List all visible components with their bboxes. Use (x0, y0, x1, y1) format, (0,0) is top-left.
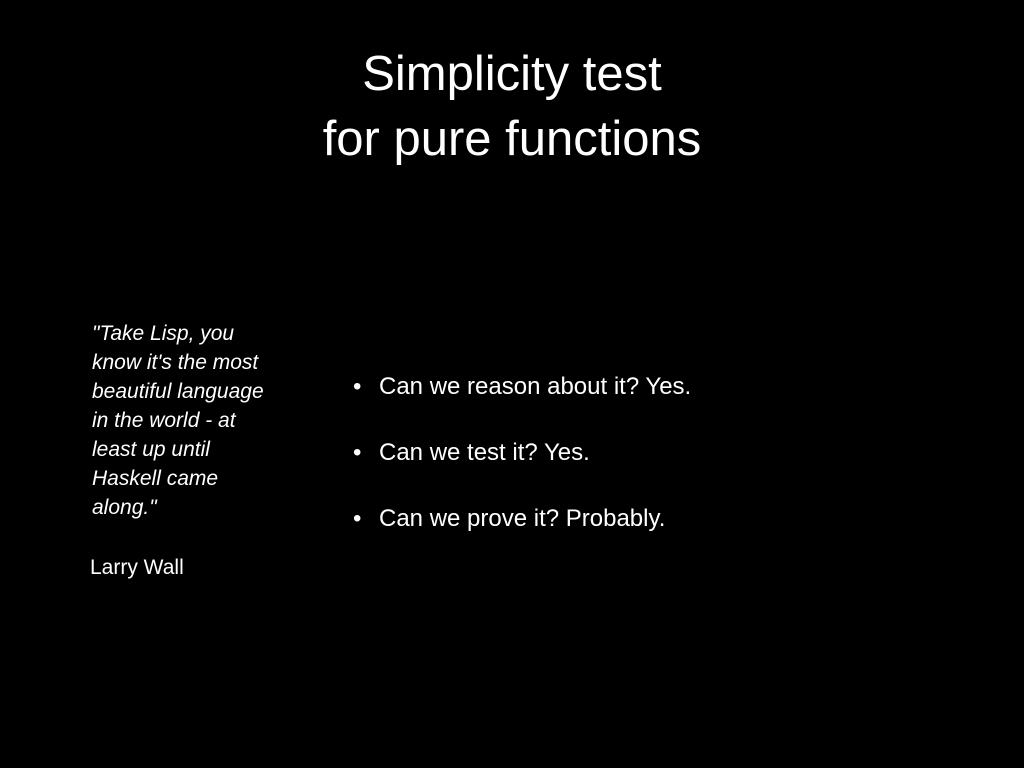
bullet-item: • Can we reason about it? Yes. (352, 369, 691, 404)
bullet-text: Can we reason about it? Yes. (379, 373, 692, 400)
bullet-dot: • (353, 373, 362, 400)
quote-line-7: along." (92, 496, 157, 519)
quote-line-6: Haskell came (92, 467, 219, 490)
bullet-dot: • (353, 439, 362, 466)
quote-line-3: beautiful language (92, 380, 264, 403)
quote-author: Larry Wall (90, 556, 184, 579)
slide: Simplicity test for pure functions "Take… (0, 0, 1024, 768)
quote-line-4: in the world - at (92, 409, 236, 432)
quote-line-1: "Take Lisp, you (92, 322, 235, 345)
bullet-text: Can we test it? Yes. (379, 439, 590, 466)
slide-title: Simplicity test for pure functions (0, 42, 1024, 172)
slide-title-line-2: for pure functions (322, 112, 702, 166)
bullet-dot: • (353, 505, 362, 532)
slide-title-line-1: Simplicity test (362, 47, 662, 101)
quote-text: "Take Lisp, you know it's the most beaut… (92, 319, 312, 522)
bullet-item: • Can we prove it? Probably. (352, 501, 691, 536)
quote-line-5: least up until (92, 438, 210, 461)
bullet-list: • Can we reason about it? Yes. • Can we … (352, 369, 691, 567)
quote-line-2: know it's the most (92, 351, 259, 374)
bullet-text: Can we prove it? Probably. (379, 505, 666, 532)
bullet-item: • Can we test it? Yes. (352, 435, 691, 470)
quote-block: "Take Lisp, you know it's the most beaut… (90, 319, 312, 582)
